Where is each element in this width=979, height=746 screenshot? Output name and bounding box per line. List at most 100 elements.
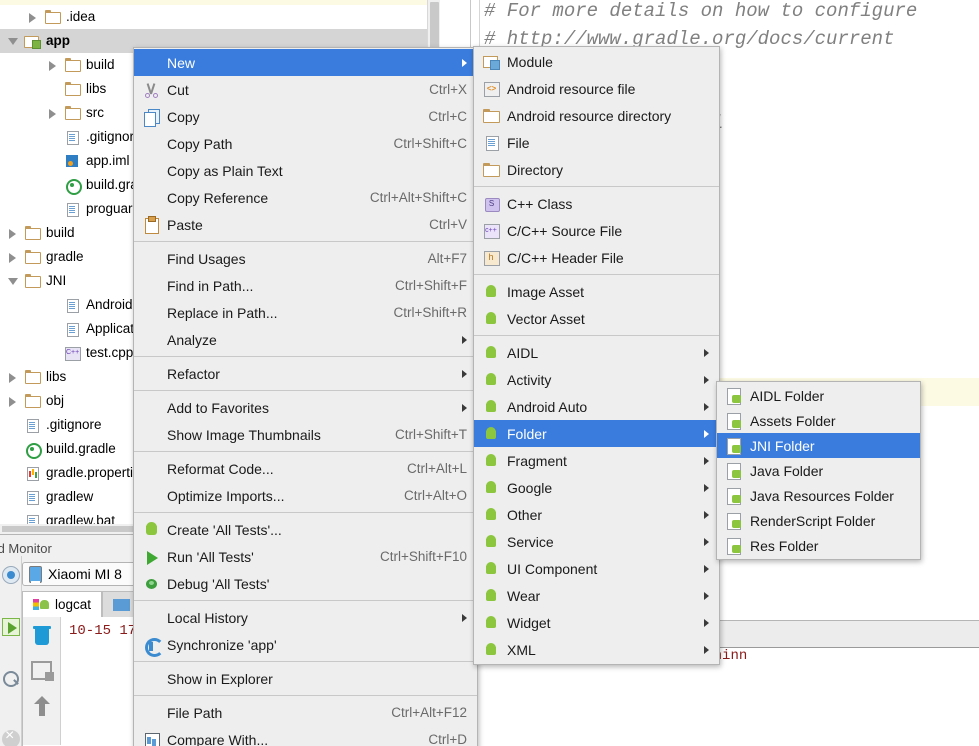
menu-item-find-in-path[interactable]: Find in Path... Ctrl+Shift+F — [134, 272, 477, 299]
menu-item-label: Show Image Thumbnails — [167, 426, 321, 443]
module-icon — [482, 53, 502, 71]
screenshot-icon[interactable] — [2, 566, 20, 584]
folder-icon — [482, 161, 502, 179]
submenu-chevron-right-icon — [704, 348, 709, 357]
new-item-file[interactable]: File — [474, 129, 719, 156]
run-icon — [142, 548, 162, 566]
menu-item-new[interactable]: New — [134, 49, 477, 76]
chevron-down-icon[interactable] — [8, 276, 18, 286]
menu-item-refactor[interactable]: Refactor — [134, 360, 477, 387]
chevron-right-icon[interactable] — [8, 396, 18, 407]
screen-record-icon[interactable] — [2, 618, 20, 636]
chevron-down-icon[interactable] — [8, 36, 18, 46]
menu-item-label: Local History — [167, 609, 248, 626]
scroll-to-top-button[interactable] — [29, 693, 55, 719]
monitor-side-toolbar[interactable] — [0, 556, 22, 746]
terminate-icon[interactable] — [2, 727, 20, 746]
folder-item-jni-folder[interactable]: JNI Folder — [717, 433, 920, 458]
menu-item-copy-reference[interactable]: Copy Reference Ctrl+Alt+Shift+C — [134, 184, 477, 211]
new-item-android-auto[interactable]: Android Auto — [474, 393, 719, 420]
chevron-right-icon[interactable] — [8, 228, 18, 239]
new-item-vector-asset[interactable]: Vector Asset — [474, 305, 719, 332]
android-icon — [482, 310, 502, 328]
menu-item-show-in-explorer[interactable]: Show in Explorer — [134, 665, 477, 692]
new-item-google[interactable]: Google — [474, 474, 719, 501]
chevron-right-icon[interactable] — [8, 252, 18, 263]
menu-item-find-usages[interactable]: Find Usages Alt+F7 — [134, 245, 477, 272]
folder-icon — [24, 225, 41, 241]
new-item-wear[interactable]: Wear — [474, 582, 719, 609]
folder-submenu[interactable]: AIDL Folder Assets Folder JNI Folder Java F… — [716, 381, 921, 560]
new-item-aidl[interactable]: AIDL — [474, 339, 719, 366]
layout-inspector-icon[interactable] — [2, 670, 20, 688]
menu-item-label: XML — [507, 641, 536, 658]
menu-item-analyze[interactable]: Analyze — [134, 326, 477, 353]
menu-item-copy-path[interactable]: Copy Path Ctrl+Shift+C — [134, 130, 477, 157]
export-logcat-button[interactable] — [29, 657, 55, 683]
new-item-fragment[interactable]: Fragment — [474, 447, 719, 474]
menu-separator — [134, 661, 477, 662]
menu-item-create-all-tests[interactable]: Create 'All Tests'... — [134, 516, 477, 543]
menu-item-run-all-tests[interactable]: Run 'All Tests' Ctrl+Shift+F10 — [134, 543, 477, 570]
logcat-line-left: 10-15 17 — [69, 623, 137, 639]
folder-icon — [24, 273, 41, 289]
menu-item-show-image-thumbnails[interactable]: Show Image Thumbnails Ctrl+Shift+T — [134, 421, 477, 448]
menu-item-local-history[interactable]: Local History — [134, 604, 477, 631]
menu-item-debug-all-tests[interactable]: Debug 'All Tests' — [134, 570, 477, 597]
chevron-right-icon[interactable] — [48, 60, 58, 71]
new-item-c-c-source-file[interactable]: C/C++ Source File — [474, 217, 719, 244]
tree-item-label: .idea — [66, 9, 96, 24]
menu-item-copy[interactable]: Copy Ctrl+C — [134, 103, 477, 130]
menu-item-cut[interactable]: Cut Ctrl+X — [134, 76, 477, 103]
folder-item-java-folder[interactable]: Java Folder — [717, 458, 920, 483]
new-item-module[interactable]: Module — [474, 48, 719, 75]
menu-item-replace-in-path[interactable]: Replace in Path... Ctrl+Shift+R — [134, 299, 477, 326]
cpp-header-icon — [482, 249, 502, 267]
new-item-android-resource-directory[interactable]: Android resource directory — [474, 102, 719, 129]
new-item-xml[interactable]: XML — [474, 636, 719, 663]
tab-logcat[interactable]: logcat — [22, 591, 103, 617]
menu-item-copy-as-plain-text[interactable]: Copy as Plain Text — [134, 157, 477, 184]
menu-item-reformat-code[interactable]: Reformat Code... Ctrl+Alt+L — [134, 455, 477, 482]
module-icon — [24, 33, 41, 49]
menu-item-add-to-favorites[interactable]: Add to Favorites — [134, 394, 477, 421]
new-item-image-asset[interactable]: Image Asset — [474, 278, 719, 305]
tree-item-label: build — [86, 57, 115, 72]
folder-item-assets-folder[interactable]: Assets Folder — [717, 408, 920, 433]
project-context-menu[interactable]: New Cut Ctrl+X Copy Ctrl+C Copy Path Ctrl+Shif… — [133, 47, 478, 746]
menu-item-optimize-imports[interactable]: Optimize Imports... Ctrl+Alt+O — [134, 482, 477, 509]
clear-logcat-button[interactable] — [29, 623, 55, 649]
new-item-other[interactable]: Other — [474, 501, 719, 528]
new-item-folder[interactable]: Folder — [474, 420, 719, 447]
chevron-right-icon[interactable] — [48, 108, 58, 119]
menu-item-label: C/C++ Header File — [507, 249, 624, 266]
new-item-c-class[interactable]: C++ Class — [474, 190, 719, 217]
menu-item-label: Analyze — [167, 331, 217, 348]
tree-item--idea[interactable]: .idea — [0, 5, 440, 29]
menu-item-compare-with[interactable]: Compare With... Ctrl+D — [134, 726, 477, 746]
compare-icon — [142, 731, 162, 746]
new-item-android-resource-file[interactable]: Android resource file — [474, 75, 719, 102]
chevron-right-icon[interactable] — [28, 12, 38, 23]
menu-item-file-path[interactable]: File Path Ctrl+Alt+F12 — [134, 699, 477, 726]
folder-item-java-resources-folder[interactable]: Java Resources Folder — [717, 483, 920, 508]
folder-item-res-folder[interactable]: Res Folder — [717, 533, 920, 558]
logcat-toolbar[interactable] — [23, 617, 61, 745]
menu-item-synchronize-app[interactable]: Synchronize 'app' — [134, 631, 477, 658]
new-submenu[interactable]: Module Android resource file Android resou… — [473, 46, 720, 665]
folder-item-renderscript-folder[interactable]: RenderScript Folder — [717, 508, 920, 533]
new-item-activity[interactable]: Activity — [474, 366, 719, 393]
new-item-c-c-header-file[interactable]: C/C++ Header File — [474, 244, 719, 271]
chevron-right-icon[interactable] — [8, 372, 18, 383]
new-item-directory[interactable]: Directory — [474, 156, 719, 183]
new-item-service[interactable]: Service — [474, 528, 719, 555]
cpp-icon — [64, 345, 81, 361]
folder-item-aidl-folder[interactable]: AIDL Folder — [717, 383, 920, 408]
menu-item-paste[interactable]: Paste Ctrl+V — [134, 211, 477, 238]
new-item-widget[interactable]: Widget — [474, 609, 719, 636]
menu-item-label: Add to Favorites — [167, 399, 269, 416]
folder-icon — [24, 393, 41, 409]
new-item-ui-component[interactable]: UI Component — [474, 555, 719, 582]
